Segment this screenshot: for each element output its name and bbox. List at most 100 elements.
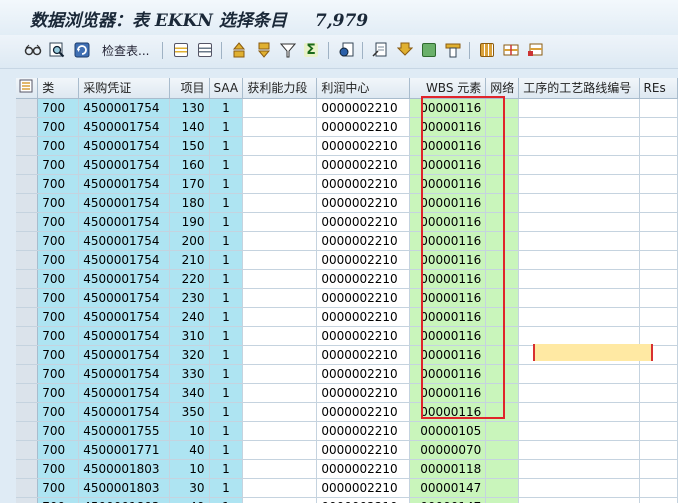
profit-center-cell[interactable]: 0000002210 xyxy=(316,307,410,327)
profitability-segment-cell[interactable] xyxy=(242,269,318,289)
network-cell[interactable] xyxy=(485,193,520,213)
network-cell[interactable] xyxy=(485,231,520,251)
res-cell[interactable] xyxy=(639,250,678,270)
row-selector[interactable] xyxy=(16,250,39,270)
table-row[interactable]: 700 4500001754 240 1 0000002210 00000116 xyxy=(16,307,678,327)
table-row[interactable]: 700 4500001754 200 1 0000002210 00000116 xyxy=(16,231,678,251)
routing-number-cell[interactable] xyxy=(518,136,640,156)
profit-center-cell[interactable]: 0000002210 xyxy=(316,421,410,441)
purchase-doc-cell[interactable]: 4500001754 xyxy=(78,212,170,232)
profitability-segment-cell[interactable] xyxy=(242,117,318,137)
profitability-segment-cell[interactable] xyxy=(242,421,318,441)
routing-number-cell[interactable] xyxy=(518,326,640,346)
class-cell[interactable]: 700 xyxy=(37,402,80,422)
saa-cell[interactable]: 1 xyxy=(209,478,244,498)
item-cell[interactable]: 130 xyxy=(169,98,210,118)
saa-cell[interactable]: 1 xyxy=(209,212,244,232)
table-row[interactable]: 700 4500001754 350 1 0000002210 00000116 xyxy=(16,402,678,422)
rows-icon[interactable] xyxy=(502,41,520,59)
table-row[interactable]: 700 4500001754 150 1 0000002210 00000116 xyxy=(16,136,678,156)
row-selector[interactable] xyxy=(16,478,39,498)
column-header-item[interactable]: 项目 xyxy=(169,78,210,99)
item-cell[interactable]: 320 xyxy=(169,345,210,365)
table-row[interactable]: 700 4500001754 170 1 0000002210 00000116 xyxy=(16,174,678,194)
item-cell[interactable]: 10 xyxy=(169,459,210,479)
routing-number-cell[interactable] xyxy=(518,421,640,441)
profit-center-cell[interactable]: 0000002210 xyxy=(316,326,410,346)
item-cell[interactable]: 170 xyxy=(169,174,210,194)
res-cell[interactable] xyxy=(639,155,678,175)
glasses-icon[interactable] xyxy=(24,41,42,59)
class-cell[interactable]: 700 xyxy=(37,231,80,251)
wbs-element-cell[interactable]: 00000116 xyxy=(409,98,487,118)
profit-center-cell[interactable]: 0000002210 xyxy=(316,383,410,403)
profitability-segment-cell[interactable] xyxy=(242,288,318,308)
saa-cell[interactable]: 1 xyxy=(209,345,244,365)
table-row[interactable]: 700 4500001754 130 1 0000002210 00000116 xyxy=(16,98,678,118)
class-cell[interactable]: 700 xyxy=(37,117,80,137)
row-selector[interactable] xyxy=(16,231,39,251)
wbs-element-cell[interactable]: 00000116 xyxy=(409,364,487,384)
view-icon[interactable] xyxy=(337,41,355,59)
class-cell[interactable]: 700 xyxy=(37,155,80,175)
check-table-button[interactable]: 检查表... xyxy=(102,41,149,59)
profit-center-cell[interactable]: 0000002210 xyxy=(316,212,410,232)
purchase-doc-cell[interactable]: 4500001754 xyxy=(78,269,170,289)
purchase-doc-cell[interactable]: 4500001754 xyxy=(78,383,170,403)
profitability-segment-cell[interactable] xyxy=(242,174,318,194)
purchase-doc-cell[interactable]: 4500001803 xyxy=(78,497,170,503)
column-header-network[interactable]: 网络 xyxy=(485,78,520,99)
purchase-doc-cell[interactable]: 4500001754 xyxy=(78,288,170,308)
class-cell[interactable]: 700 xyxy=(37,326,80,346)
item-cell[interactable]: 40 xyxy=(169,440,210,460)
purchase-doc-cell[interactable]: 4500001754 xyxy=(78,98,170,118)
routing-number-cell[interactable] xyxy=(518,402,640,422)
wbs-element-cell[interactable]: 00000116 xyxy=(409,250,487,270)
saa-cell[interactable]: 1 xyxy=(209,98,244,118)
res-cell[interactable] xyxy=(639,117,678,137)
network-cell[interactable] xyxy=(485,250,520,270)
profit-center-cell[interactable]: 0000002210 xyxy=(316,288,410,308)
row-selector[interactable] xyxy=(16,155,39,175)
routing-number-cell[interactable] xyxy=(518,288,640,308)
routing-number-cell[interactable] xyxy=(518,478,640,498)
row-selector[interactable] xyxy=(16,459,39,479)
wbs-element-cell[interactable]: 00000116 xyxy=(409,307,487,327)
row-selector[interactable] xyxy=(16,288,39,308)
saa-cell[interactable]: 1 xyxy=(209,231,244,251)
network-cell[interactable] xyxy=(485,478,520,498)
routing-number-cell[interactable] xyxy=(518,364,640,384)
saa-cell[interactable]: 1 xyxy=(209,117,244,137)
profitability-segment-cell[interactable] xyxy=(242,440,318,460)
saa-cell[interactable]: 1 xyxy=(209,174,244,194)
wbs-element-cell[interactable]: 00000105 xyxy=(409,421,487,441)
res-cell[interactable] xyxy=(639,402,678,422)
network-cell[interactable] xyxy=(485,155,520,175)
network-cell[interactable] xyxy=(485,345,520,365)
routing-number-cell[interactable] xyxy=(518,383,640,403)
network-cell[interactable] xyxy=(485,383,520,403)
columns-icon[interactable] xyxy=(478,41,496,59)
class-cell[interactable]: 700 xyxy=(37,345,80,365)
row-selector[interactable] xyxy=(16,440,39,460)
network-cell[interactable] xyxy=(485,440,520,460)
res-cell[interactable] xyxy=(639,269,678,289)
profitability-segment-cell[interactable] xyxy=(242,364,318,384)
class-cell[interactable]: 700 xyxy=(37,250,80,270)
table-row[interactable]: 7004500001803401 000000221000000147 xyxy=(16,497,678,503)
item-cell[interactable]: 30 xyxy=(169,478,210,498)
routing-number-cell[interactable] xyxy=(518,497,640,503)
wbs-element-cell[interactable]: 00000116 xyxy=(409,288,487,308)
saa-cell[interactable]: 1 xyxy=(209,383,244,403)
row-selector[interactable] xyxy=(16,402,39,422)
profit-center-cell[interactable]: 0000002210 xyxy=(316,174,410,194)
profitability-segment-cell[interactable] xyxy=(242,326,318,346)
column-header-purchase-doc[interactable]: 采购凭证 xyxy=(78,78,170,99)
saa-cell[interactable]: 1 xyxy=(209,421,244,441)
column-header-profitability-segment[interactable]: 获利能力段 xyxy=(242,78,318,99)
routing-number-cell[interactable] xyxy=(518,459,640,479)
profit-center-cell[interactable]: 0000002210 xyxy=(316,402,410,422)
select-all-button[interactable] xyxy=(16,78,39,99)
table-row[interactable]: 700 4500001754 330 1 0000002210 00000116 xyxy=(16,364,678,384)
item-cell[interactable]: 350 xyxy=(169,402,210,422)
